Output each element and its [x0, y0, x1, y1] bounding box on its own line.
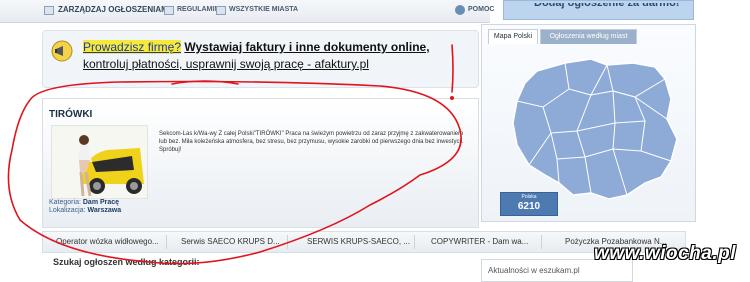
top-navigation: ZARZĄDZAJ OGŁOSZENIAMI REGULAMIN WSZYSTK… — [0, 0, 494, 23]
featured-ad-3[interactable]: SERWIS KRUPS-SAECO, ... — [307, 237, 410, 246]
map-panel: Mapa Polski Ogłoszenia według miast Pols… — [481, 24, 696, 222]
location-value[interactable]: Warszawa — [88, 207, 122, 214]
add-ad-label: Dodaj ogłoszenie za darmo! — [534, 0, 680, 9]
help-link[interactable]: POMOC — [468, 6, 494, 13]
category-label: Kategoria: — [49, 199, 81, 206]
location-label: Lokalizacja: — [49, 207, 86, 214]
promo-question[interactable]: Prowadzisz firmę? — [83, 40, 182, 54]
divider — [166, 235, 167, 249]
listing-image — [52, 126, 147, 198]
category-value[interactable]: Dam Pracę — [83, 199, 119, 206]
featured-ads-strip: Operator wózka widłowego... Serwis SAECO… — [42, 231, 686, 253]
divider — [287, 235, 288, 249]
all-cities-link[interactable]: WSZYSTKIE MIASTA — [229, 6, 298, 13]
count-value: 6210 — [517, 201, 541, 212]
add-ad-button[interactable]: Dodaj ogłoszenie za darmo! — [503, 0, 694, 20]
megaphone-icon — [51, 40, 73, 62]
poland-ad-count[interactable]: Polska 6210 — [500, 192, 558, 216]
poland-map[interactable] — [495, 49, 683, 209]
tab-ads-by-city[interactable]: Ogłoszenia według miast — [540, 29, 637, 44]
listing-description: Sekcom-Las k/Wa-wy Z całej Polski"TIRÓWK… — [159, 131, 464, 153]
cities-icon — [216, 6, 226, 15]
featured-ad-4[interactable]: COPYWRITER - Dam wa... — [431, 237, 528, 246]
promo-headline[interactable]: Wystawiaj faktury i inne dokumenty onlin… — [184, 40, 429, 54]
count-label: Polska — [521, 194, 537, 200]
site-watermark: www.wiocha.pl — [594, 243, 736, 264]
listing-photo[interactable] — [51, 125, 148, 199]
listing-title[interactable]: TIRÓWKI — [49, 109, 92, 120]
search-by-category-heading: Szukaj ogłoszeń według kategorii: — [53, 257, 200, 267]
rules-icon — [164, 6, 174, 15]
manage-ads-link[interactable]: ZARZĄDZAJ OGŁOSZENIAMI — [58, 5, 170, 14]
rules-link[interactable]: REGULAMIN — [177, 6, 219, 13]
divider — [541, 235, 542, 249]
tab-map-of-poland[interactable]: Mapa Polski — [488, 29, 538, 44]
help-icon — [455, 5, 465, 15]
promo-banner[interactable]: Prowadzisz firmę? Wystawiaj faktury i in… — [42, 30, 479, 88]
featured-ad-2[interactable]: Serwis SAECO KRUPS D... — [181, 237, 280, 246]
listing-meta: Kategoria: Dam Pracę Lokalizacja: Warsza… — [49, 199, 121, 215]
manage-icon — [44, 6, 54, 15]
featured-ad-1[interactable]: Operator wózka widłowego... — [56, 237, 159, 246]
promo-subline[interactable]: kontroluj płatności, usprawnij swoją pra… — [83, 57, 369, 71]
news-heading: Aktualności w eszukam.pl — [488, 266, 580, 275]
ad-listing[interactable]: TIRÓWKI Sekcom-Las k/Wa-wy Z całej Polsk… — [42, 98, 479, 228]
divider — [414, 235, 415, 249]
